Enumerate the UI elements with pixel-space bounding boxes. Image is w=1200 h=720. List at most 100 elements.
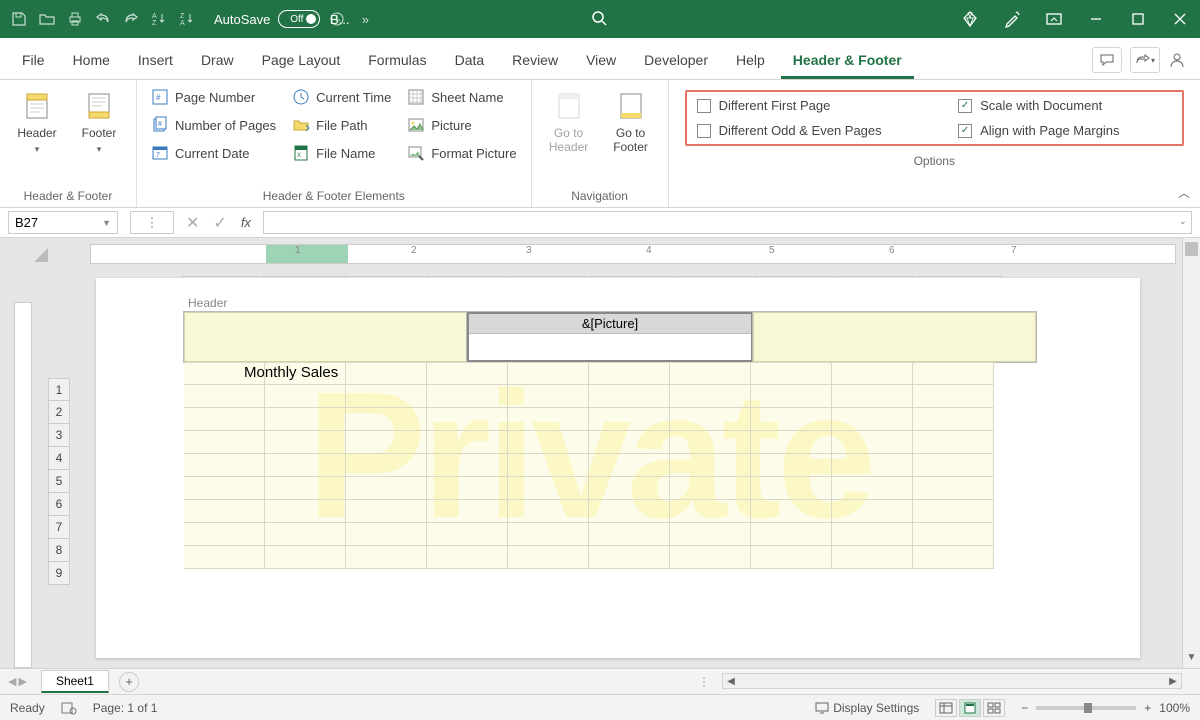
autosave-toggle[interactable]: AutoSave Off bbox=[214, 10, 320, 28]
page-break-view-icon[interactable] bbox=[983, 699, 1005, 717]
row-6[interactable]: 6 bbox=[48, 493, 70, 516]
sheet-tab-sheet1[interactable]: Sheet1 bbox=[41, 670, 109, 693]
tab-pagelayout[interactable]: Page Layout bbox=[250, 42, 353, 79]
footer-button[interactable]: Footer▾ bbox=[72, 86, 126, 155]
svg-text:Z: Z bbox=[180, 13, 185, 20]
page-layout-page: Header &[Picture] Private Monthly Sales bbox=[96, 278, 1140, 658]
fx-box[interactable]: ⋮ bbox=[130, 211, 174, 234]
save-icon[interactable] bbox=[8, 8, 30, 30]
redo-icon[interactable] bbox=[120, 8, 142, 30]
cancel-icon[interactable]: ✕ bbox=[186, 213, 199, 233]
svg-text:A: A bbox=[180, 20, 185, 27]
page-layout-view-icon[interactable] bbox=[959, 699, 981, 717]
row-7[interactable]: 7 bbox=[48, 516, 70, 539]
page-number-button[interactable]: #Page Number bbox=[147, 86, 280, 108]
cells-area: Private Monthly Sales bbox=[184, 362, 994, 569]
row-9[interactable]: 9 bbox=[48, 562, 70, 585]
tab-file[interactable]: File bbox=[10, 42, 57, 79]
close-button[interactable] bbox=[1166, 5, 1194, 33]
maximize-button[interactable] bbox=[1124, 5, 1152, 33]
zoom-level[interactable]: 100% bbox=[1159, 701, 1190, 715]
share-icon[interactable]: ▾ bbox=[1130, 47, 1160, 73]
open-icon[interactable] bbox=[36, 8, 58, 30]
options-highlight-box: Different First Page ✓Scale with Documen… bbox=[685, 90, 1184, 146]
tab-help[interactable]: Help bbox=[724, 42, 777, 79]
expand-formula-icon[interactable]: ⌄ bbox=[1179, 216, 1187, 227]
check-align-page-margins[interactable]: ✓Align with Page Margins bbox=[958, 123, 1172, 138]
tab-insert[interactable]: Insert bbox=[126, 42, 185, 79]
cell-A1[interactable]: Monthly Sales bbox=[184, 362, 265, 385]
tab-view[interactable]: View bbox=[574, 42, 628, 79]
current-time-button[interactable]: Current Time bbox=[288, 86, 395, 108]
tab-home[interactable]: Home bbox=[61, 42, 122, 79]
checkbox-icon bbox=[697, 124, 711, 138]
formula-input[interactable]: ⌄ bbox=[263, 211, 1192, 234]
formula-controls: ✕ ✓ fx bbox=[176, 208, 261, 237]
picture-button[interactable]: Picture bbox=[403, 114, 520, 136]
goto-footer-button[interactable]: Go to Footer bbox=[604, 86, 658, 155]
name-box[interactable]: B27▼ bbox=[8, 211, 118, 234]
header-right-section[interactable] bbox=[753, 312, 1036, 362]
collapse-ribbon-icon[interactable]: ︿ bbox=[1178, 184, 1190, 201]
select-all-triangle[interactable] bbox=[30, 244, 50, 264]
fx-label[interactable]: fx bbox=[241, 215, 251, 230]
diamond-icon[interactable] bbox=[956, 5, 984, 33]
sheet-name-button[interactable]: Sheet Name bbox=[403, 86, 520, 108]
tab-data[interactable]: Data bbox=[443, 42, 497, 79]
row-4[interactable]: 4 bbox=[48, 447, 70, 470]
tab-developer[interactable]: Developer bbox=[632, 42, 720, 79]
ribbon-mode-icon[interactable] bbox=[1040, 5, 1068, 33]
pen-icon[interactable] bbox=[998, 5, 1026, 33]
file-name-button[interactable]: XFile Name bbox=[288, 142, 395, 164]
check-scale-with-document[interactable]: ✓Scale with Document bbox=[958, 98, 1172, 113]
group-label-nav: Navigation bbox=[542, 185, 658, 205]
zoom-in-button[interactable]: + bbox=[1144, 701, 1151, 715]
zoom-out-button[interactable]: − bbox=[1021, 701, 1028, 715]
row-2[interactable]: 2 bbox=[48, 401, 70, 424]
file-path-button[interactable]: File Path bbox=[288, 114, 395, 136]
comments-icon[interactable] bbox=[1092, 47, 1122, 73]
tab-draw[interactable]: Draw bbox=[189, 42, 246, 79]
vertical-scrollbar[interactable]: ▼ bbox=[1182, 238, 1200, 668]
print-icon[interactable] bbox=[64, 8, 86, 30]
checkbox-icon: ✓ bbox=[958, 124, 972, 138]
vertical-ruler[interactable] bbox=[14, 302, 32, 668]
minimize-button[interactable] bbox=[1082, 5, 1110, 33]
account-icon[interactable] bbox=[1168, 51, 1190, 69]
sort-asc-icon[interactable]: AZ bbox=[148, 8, 170, 30]
svg-text:#: # bbox=[158, 121, 162, 128]
header-sections: &[Picture] bbox=[184, 312, 1036, 362]
check-different-first-page[interactable]: Different First Page bbox=[697, 98, 935, 113]
header-button[interactable]: Header▾ bbox=[10, 86, 64, 155]
check-different-odd-even[interactable]: Different Odd & Even Pages bbox=[697, 123, 935, 138]
undo-icon[interactable] bbox=[92, 8, 114, 30]
tab-headerfooter[interactable]: Header & Footer bbox=[781, 42, 914, 79]
header-center-section[interactable]: &[Picture] bbox=[467, 312, 752, 362]
format-picture-button[interactable]: Format Picture bbox=[403, 142, 520, 164]
row-5[interactable]: 5 bbox=[48, 470, 70, 493]
horizontal-ruler[interactable]: 1 2 3 4 5 6 7 bbox=[90, 244, 1176, 264]
row-3[interactable]: 3 bbox=[48, 424, 70, 447]
horizontal-scrollbar[interactable]: ◀▶ bbox=[722, 673, 1182, 689]
tab-review[interactable]: Review bbox=[500, 42, 570, 79]
svg-text:A: A bbox=[152, 13, 157, 20]
picture-placeholder: &[Picture] bbox=[469, 314, 750, 334]
macro-record-icon[interactable] bbox=[61, 701, 77, 715]
add-sheet-button[interactable]: + bbox=[119, 672, 139, 692]
sort-desc-icon[interactable]: ZA bbox=[176, 8, 198, 30]
qat-more[interactable]: » bbox=[354, 8, 376, 30]
header-left-section[interactable] bbox=[184, 312, 467, 362]
tab-formulas[interactable]: Formulas bbox=[356, 42, 438, 79]
enter-icon[interactable]: ✓ bbox=[213, 213, 226, 233]
row-1[interactable]: 1 bbox=[48, 378, 70, 401]
display-settings-button[interactable]: Display Settings bbox=[815, 701, 919, 715]
current-date-button[interactable]: 7Current Date bbox=[147, 142, 280, 164]
sheet-nav-arrows[interactable]: ◀▶ bbox=[0, 675, 35, 688]
normal-view-icon[interactable] bbox=[935, 699, 957, 717]
search-icon[interactable] bbox=[588, 7, 612, 31]
zoom-slider[interactable] bbox=[1036, 706, 1136, 710]
row-8[interactable]: 8 bbox=[48, 539, 70, 562]
cell-grid[interactable]: Monthly Sales bbox=[184, 362, 994, 569]
sheet-tab-divider[interactable]: ⋮ bbox=[698, 675, 710, 689]
number-of-pages-button[interactable]: #Number of Pages bbox=[147, 114, 280, 136]
